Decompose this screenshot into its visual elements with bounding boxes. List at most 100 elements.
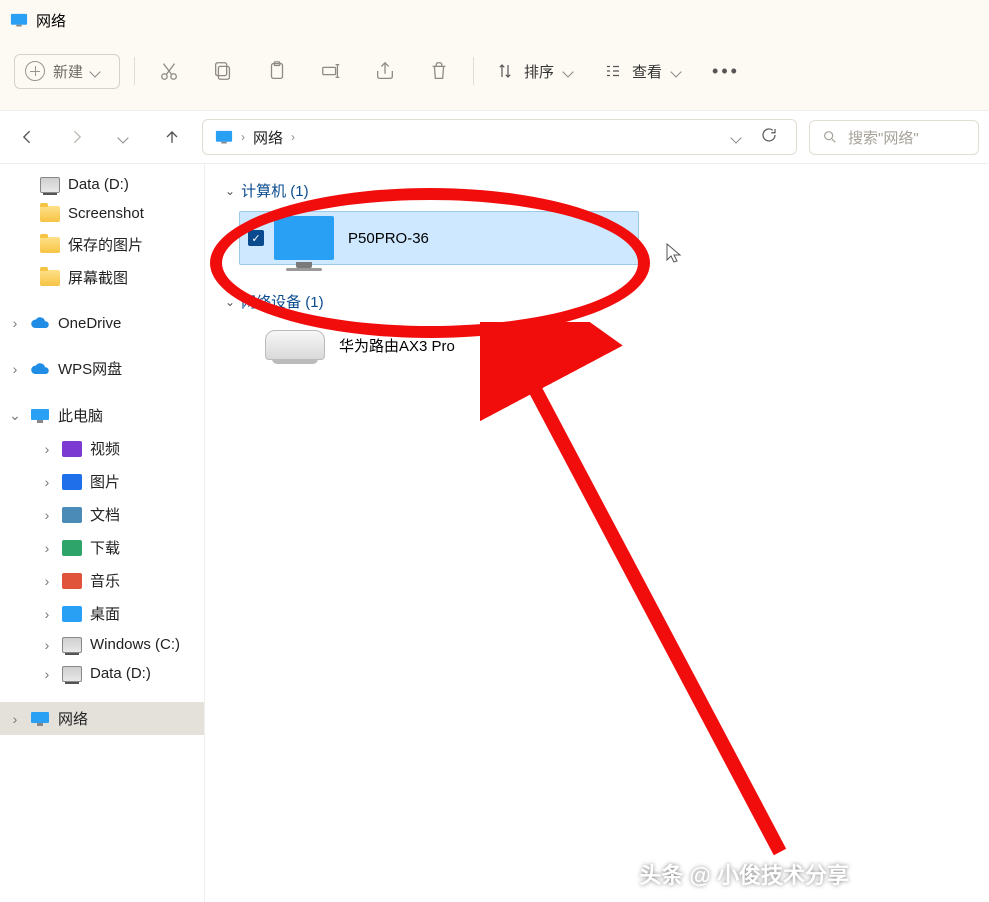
chevron-right-icon: › <box>8 315 22 331</box>
chevron-right-icon: › <box>40 606 54 622</box>
network-icon <box>30 710 50 728</box>
view-label: 查看 <box>632 61 662 82</box>
chevron-down-icon: ⌄ <box>8 407 22 424</box>
content-pane: ⌄ 计算机 (1) ✓ P50PRO-36 ⌄ 网络设备 (1) 华为路由AX3… <box>205 164 989 902</box>
sidebar-item-music[interactable]: ›音乐 <box>0 564 204 597</box>
desktop-folder-icon <box>62 606 82 622</box>
paste-button[interactable] <box>257 51 297 91</box>
titlebar: 网络 <box>0 0 989 40</box>
folder-icon <box>40 237 60 253</box>
search-input[interactable]: 搜索"网络" <box>809 120 979 155</box>
router-item[interactable]: 华为路由AX3 Pro <box>257 326 973 364</box>
nav-row: › 网络 › 搜索"网络" <box>0 110 989 164</box>
video-folder-icon <box>62 441 82 457</box>
group-computers[interactable]: ⌄ 计算机 (1) <box>221 174 973 207</box>
chevron-right-icon: › <box>40 474 54 490</box>
chevron-right-icon: › <box>40 540 54 556</box>
computer-item[interactable]: ✓ P50PRO-36 <box>239 211 639 265</box>
sidebar-item-data-d[interactable]: Data (D:) <box>0 170 204 199</box>
chevron-right-icon: › <box>40 507 54 523</box>
sidebar-item-network[interactable]: ›网络 <box>0 702 204 735</box>
chevron-right-icon: › <box>40 666 54 682</box>
drive-icon <box>62 666 82 682</box>
refresh-button[interactable] <box>760 126 778 148</box>
group-label: 网络设备 (1) <box>241 291 324 312</box>
chevron-down-icon[interactable] <box>732 132 742 142</box>
chevron-down-icon <box>672 66 682 76</box>
sidebar-item-documents[interactable]: ›文档 <box>0 498 204 531</box>
new-label: 新建 <box>53 61 83 82</box>
chevron-down-icon <box>119 132 129 142</box>
cloud-icon <box>30 360 50 378</box>
download-folder-icon <box>62 540 82 556</box>
chevron-right-icon: › <box>40 441 54 457</box>
router-icon <box>265 330 325 360</box>
cloud-icon <box>30 314 50 332</box>
folder-icon <box>40 206 60 222</box>
breadcrumb-separator: › <box>291 130 295 144</box>
drive-icon <box>62 637 82 653</box>
search-placeholder: 搜索"网络" <box>848 127 919 148</box>
main-area: Data (D:) Screenshot 保存的图片 屏幕截图 ›OneDriv… <box>0 164 989 902</box>
cursor-icon <box>665 242 683 268</box>
music-folder-icon <box>62 573 82 589</box>
sidebar-item-screencap[interactable]: 屏幕截图 <box>0 261 204 294</box>
divider <box>134 57 135 85</box>
window-title: 网络 <box>36 10 66 31</box>
command-bar: 新建 排序 查看 ••• <box>0 40 989 110</box>
sidebar-item-desktop[interactable]: ›桌面 <box>0 597 204 630</box>
divider <box>473 57 474 85</box>
chevron-right-icon: › <box>40 573 54 589</box>
chevron-right-icon: › <box>8 711 22 727</box>
breadcrumb-location[interactable]: 网络 <box>253 127 283 148</box>
sidebar-item-videos[interactable]: ›视频 <box>0 432 204 465</box>
chevron-down-icon: ⌄ <box>225 184 235 198</box>
recent-button[interactable] <box>106 119 142 155</box>
forward-button[interactable] <box>58 119 94 155</box>
picture-folder-icon <box>62 474 82 490</box>
back-button[interactable] <box>10 119 46 155</box>
sort-button[interactable]: 排序 <box>488 61 582 82</box>
cut-button[interactable] <box>149 51 189 91</box>
plus-icon <box>25 61 45 81</box>
watermark: 头条 @ 小俊技术分享 <box>639 858 849 890</box>
sidebar: Data (D:) Screenshot 保存的图片 屏幕截图 ›OneDriv… <box>0 164 205 902</box>
delete-button[interactable] <box>419 51 459 91</box>
sort-label: 排序 <box>524 61 554 82</box>
check-icon[interactable]: ✓ <box>248 230 264 246</box>
address-bar[interactable]: › 网络 › <box>202 119 797 155</box>
chevron-right-icon: › <box>40 637 54 653</box>
chevron-down-icon <box>91 66 101 76</box>
up-button[interactable] <box>154 119 190 155</box>
chevron-right-icon: › <box>8 361 22 377</box>
monitor-icon <box>274 216 334 260</box>
folder-icon <box>40 270 60 286</box>
chevron-down-icon: ⌄ <box>225 295 235 309</box>
sidebar-item-downloads[interactable]: ›下载 <box>0 531 204 564</box>
sidebar-item-thispc[interactable]: ⌄此电脑 <box>0 399 204 432</box>
group-label: 计算机 (1) <box>241 180 309 201</box>
network-icon <box>215 130 233 144</box>
copy-button[interactable] <box>203 51 243 91</box>
network-icon <box>10 13 28 27</box>
document-folder-icon <box>62 507 82 523</box>
share-button[interactable] <box>365 51 405 91</box>
sidebar-item-pictures[interactable]: ›图片 <box>0 465 204 498</box>
computer-name: P50PRO-36 <box>348 230 429 247</box>
sidebar-item-saved-pics[interactable]: 保存的图片 <box>0 228 204 261</box>
more-button[interactable]: ••• <box>704 61 748 82</box>
sidebar-item-onedrive[interactable]: ›OneDrive <box>0 308 204 338</box>
sidebar-item-windows-c[interactable]: ›Windows (C:) <box>0 630 204 659</box>
sidebar-item-screenshot[interactable]: Screenshot <box>0 199 204 228</box>
router-name: 华为路由AX3 Pro <box>339 335 455 356</box>
drive-icon <box>40 177 60 193</box>
breadcrumb-separator: › <box>241 130 245 144</box>
pc-icon <box>30 407 50 425</box>
new-button[interactable]: 新建 <box>14 54 120 89</box>
sidebar-item-wps[interactable]: ›WPS网盘 <box>0 352 204 385</box>
rename-button[interactable] <box>311 51 351 91</box>
chevron-down-icon <box>564 66 574 76</box>
group-network-devices[interactable]: ⌄ 网络设备 (1) <box>221 285 973 318</box>
sidebar-item-data-d2[interactable]: ›Data (D:) <box>0 659 204 688</box>
view-button[interactable]: 查看 <box>596 61 690 82</box>
